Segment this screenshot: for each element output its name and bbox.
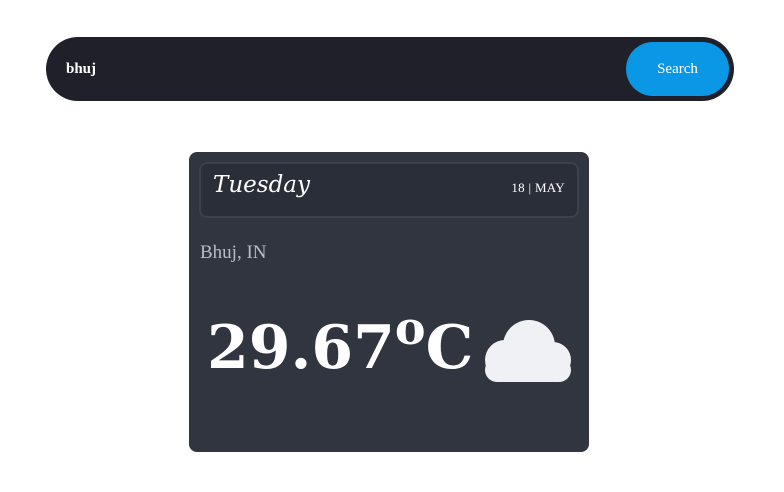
date-text: 18 | MAY [511, 180, 565, 195]
day-name: Tuesday [213, 172, 310, 198]
degree-symbol: o [394, 301, 426, 355]
temperature-display: 29.67oC [207, 301, 474, 392]
location-label: Bhuj, IN [200, 242, 267, 263]
weather-card: Tuesday 18 | MAY Bhuj, IN 29.67oC [189, 152, 589, 452]
search-input[interactable] [66, 55, 606, 83]
temperature-value: 29.67 [207, 313, 395, 383]
search-button[interactable]: Search [626, 42, 729, 96]
cloud-icon [485, 320, 571, 382]
card-header: Tuesday 18 | MAY [199, 162, 579, 218]
temperature-unit: C [425, 313, 474, 383]
search-bar: Search [46, 37, 734, 101]
